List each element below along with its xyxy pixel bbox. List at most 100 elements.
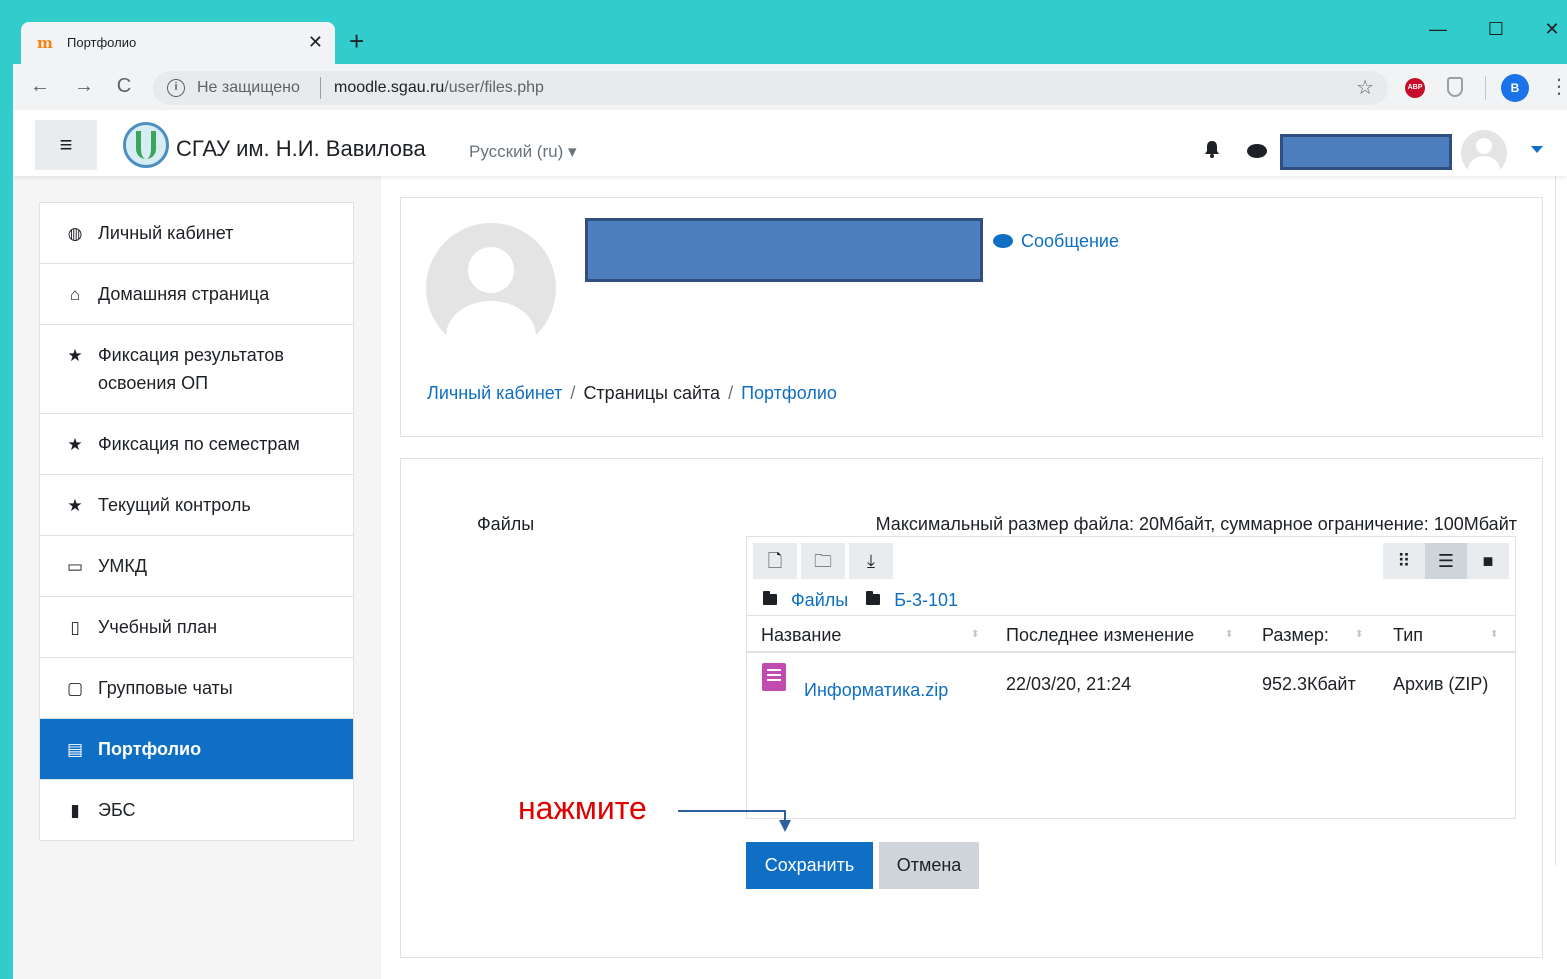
sidebar-item[interactable]: ▭ УМКД	[40, 536, 353, 597]
sidebar-item[interactable]: ▤ Портфолио	[40, 719, 353, 780]
breadcrumb: Личный кабинет / Страницы сайта / Портфолио	[427, 383, 837, 403]
file-table-header: Название ⬍ Последнее изменение ⬍ Размер:…	[747, 615, 1515, 653]
sort-icon[interactable]: ⬍	[1355, 624, 1363, 646]
view-icons-button[interactable]: ⠿	[1383, 543, 1425, 579]
column-type-header[interactable]: Тип	[1393, 624, 1423, 646]
maximize-button[interactable]: ☐	[1481, 18, 1511, 40]
annotation-arrow-line	[678, 810, 786, 812]
site-info-icon[interactable]: i	[167, 79, 185, 97]
user-menu-caret-icon[interactable]	[1531, 146, 1543, 153]
sort-icon[interactable]: ⬍	[1490, 624, 1498, 646]
site-logo[interactable]	[123, 122, 169, 168]
star-icon: ★	[67, 435, 83, 454]
browser-window: m Портфолио ✕ + — ☐ ✕ ← → C i Не защищен…	[13, 8, 1567, 979]
file-modified: 22/03/20, 21:24	[1006, 674, 1132, 694]
browser-toolbar: ← → C i Не защищено moodle.sgau.ru/user/…	[13, 64, 1567, 110]
file-manager: 🗋 🗀 ⤓ ⠿ ☰ ■ Файлы Б-3-101 Название ⬍ Посл…	[746, 536, 1516, 819]
reload-button[interactable]: C	[111, 74, 137, 98]
drawer-toggle-button[interactable]: ≡	[35, 120, 97, 170]
security-label: Не защищено	[197, 79, 300, 96]
comment-icon	[993, 234, 1013, 248]
sort-icon[interactable]: ⬍	[1225, 624, 1233, 646]
adblock-extension-icon[interactable]: ABP	[1405, 78, 1425, 98]
sidebar-item[interactable]: ◍ Личный кабинет	[40, 203, 353, 264]
sidebar-item[interactable]: ★ Фиксация по семестрам	[40, 414, 353, 475]
file-name-link[interactable]: Информатика.zip	[804, 679, 948, 701]
sidebar-item[interactable]: ★ Текущий контроль	[40, 475, 353, 536]
breadcrumb-dashboard[interactable]: Личный кабинет	[427, 383, 562, 403]
sidebar-item[interactable]: ▢ Групповые чаты	[40, 658, 353, 719]
id-card-icon: ▤	[66, 740, 84, 759]
bookmark-star-icon[interactable]: ☆	[1356, 77, 1374, 99]
moodle-favicon-icon: m	[37, 34, 53, 52]
breadcrumb-portfolio[interactable]: Портфолио	[741, 383, 837, 403]
sidebar-item-label: Личный кабинет	[98, 223, 234, 243]
close-window-button[interactable]: ✕	[1537, 18, 1567, 40]
sidebar-item[interactable]: ⌂ Домашняя страница	[40, 264, 353, 325]
sidebar-item-label: Фиксация по семестрам	[98, 434, 300, 454]
sort-icon[interactable]: ⬍	[971, 624, 979, 646]
redacted-user-name[interactable]	[1280, 134, 1452, 170]
create-folder-button[interactable]: 🗀	[801, 543, 845, 579]
folder-icon	[866, 591, 881, 605]
files-field-label: Файлы	[477, 514, 535, 534]
annotation-arrow-head-icon	[779, 820, 791, 832]
column-modified-header[interactable]: Последнее изменение	[1006, 624, 1194, 646]
file-size: 952.3Кбайт	[1262, 674, 1356, 694]
home-icon: ⌂	[69, 285, 81, 304]
column-name-header[interactable]: Название	[761, 624, 841, 646]
browser-menu-icon[interactable]: ⋮	[1549, 74, 1567, 100]
redacted-profile-name	[585, 218, 983, 282]
shield-extension-icon[interactable]	[1447, 77, 1463, 97]
tachometer-icon: ◍	[67, 224, 83, 243]
sidebar-item-label: ЭБС	[98, 800, 136, 820]
minimize-button[interactable]: —	[1423, 18, 1453, 40]
message-link[interactable]: Сообщение	[993, 230, 1119, 252]
sidebar-item[interactable]: ▯ Учебный план	[40, 597, 353, 658]
toolbar-divider	[1485, 76, 1486, 100]
laptop-icon: ▭	[66, 557, 84, 576]
table-row[interactable]: Информатика.zip 22/03/20, 21:24 952.3Кба…	[747, 653, 1515, 713]
column-size-header[interactable]: Размер:	[1262, 624, 1329, 646]
tab-strip: m Портфолио ✕ + — ☐ ✕	[13, 8, 1567, 64]
profile-picture	[426, 223, 556, 353]
clipboard-icon: ▯	[70, 618, 80, 637]
forward-button[interactable]: →	[71, 74, 97, 98]
page-scrollbar[interactable]	[1555, 176, 1567, 866]
file-type: Архив (ZIP)	[1393, 674, 1489, 694]
view-tree-button[interactable]: ■	[1467, 543, 1509, 579]
user-avatar[interactable]	[1461, 130, 1507, 176]
browser-tab[interactable]: m Портфолио ✕	[21, 22, 335, 64]
star-icon: ★	[67, 496, 83, 515]
site-name[interactable]: СГАУ им. Н.И. Вавилова	[176, 136, 426, 162]
site-navbar: ≡ СГАУ им. Н.И. Вавилова Русский (ru) ▾	[13, 110, 1567, 176]
comment-icon: ▢	[66, 679, 84, 698]
language-menu[interactable]: Русский (ru) ▾	[469, 142, 577, 162]
notifications-bell-icon[interactable]	[1203, 140, 1221, 158]
back-button[interactable]: ←	[27, 74, 53, 98]
star-icon: ★	[67, 346, 83, 365]
download-all-button[interactable]: ⤓	[849, 543, 893, 579]
view-list-button[interactable]: ☰	[1425, 543, 1467, 579]
cancel-button[interactable]: Отмена	[879, 842, 979, 889]
files-form-card: Файлы Максимальный размер файла: 20Мбайт…	[400, 458, 1543, 958]
profile-avatar[interactable]: B	[1501, 74, 1529, 102]
sidebar-item-label: Учебный план	[98, 617, 218, 637]
sidebar-item[interactable]: ★ Фиксация результатов освоения ОП	[40, 325, 353, 414]
address-bar[interactable]: i Не защищено moodle.sgau.ru/user/files.…	[153, 71, 1388, 105]
add-file-button[interactable]: 🗋	[753, 543, 797, 579]
path-root-link[interactable]: Файлы	[791, 590, 848, 610]
nav-drawer: ◍ Личный кабинет ⌂ Домашняя страница ★ Фиксац…	[39, 202, 354, 841]
book-icon: ▮	[70, 801, 80, 820]
file-table: Название ⬍ Последнее изменение ⬍ Размер:…	[747, 615, 1515, 713]
omnibox-divider	[320, 77, 321, 99]
tab-close-icon[interactable]: ✕	[308, 31, 323, 53]
messages-icon[interactable]	[1247, 144, 1267, 158]
sidebar-item-label: Фиксация результатов освоения ОП	[98, 345, 284, 393]
sidebar-item-label: Домашняя страница	[98, 284, 270, 304]
new-tab-button[interactable]: +	[349, 26, 364, 56]
path-folder-link[interactable]: Б-3-101	[894, 590, 958, 610]
folder-icon	[763, 591, 777, 605]
sidebar-item[interactable]: ▮ ЭБС	[40, 780, 353, 840]
save-button[interactable]: Сохранить	[746, 842, 873, 889]
